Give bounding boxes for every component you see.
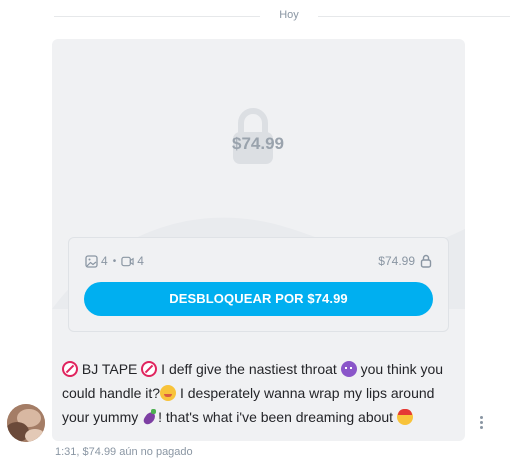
- message-meta: 1:31, $74.99 aún no pagado: [55, 446, 193, 458]
- unlock-panel: 4 • 4 $74.99 DESBLOQUEAR POR $74.99: [68, 237, 449, 332]
- message-price: $74.99: [82, 446, 117, 458]
- date-label: Hoy: [279, 9, 299, 21]
- image-count: 4: [101, 254, 108, 268]
- media-separator: •: [112, 255, 117, 267]
- drooling-face-emoji: [160, 385, 177, 401]
- video-icon: [121, 255, 134, 268]
- no-under-18-emoji: [141, 361, 158, 377]
- eggplant-emoji: [142, 409, 158, 425]
- message-segment: ! that's what i've been dreaming about: [158, 409, 397, 425]
- smiling-devil-emoji: [340, 361, 357, 377]
- message-time: 1:31,: [55, 446, 80, 458]
- locked-price-overlay: $74.99: [232, 134, 284, 153]
- no-under-18-emoji: [62, 361, 78, 377]
- locked-message-card: $74.99 4 • 4 $74.99 DESBLOQUEAR POR $74.…: [52, 39, 465, 441]
- date-separator: Hoy: [0, 8, 510, 24]
- hot-face-emoji: [396, 409, 413, 425]
- media-counts: 4 • 4: [85, 252, 144, 270]
- separator-line-right: [318, 16, 510, 17]
- price-tag: $74.99: [378, 252, 432, 270]
- separator-line-left: [54, 16, 260, 17]
- avatar-image: [7, 404, 45, 442]
- avatar[interactable]: [7, 404, 45, 442]
- image-icon: [85, 254, 98, 268]
- message-text: BJ TAPE I deff give the nastiest throat …: [62, 357, 457, 429]
- price-label: $74.99: [378, 254, 415, 268]
- message-segment: BJ TAPE: [78, 361, 142, 377]
- payment-status: aún no pagado: [119, 446, 193, 458]
- video-count: 4: [137, 254, 144, 268]
- message-segment: I deff give the nastiest throat: [157, 361, 341, 377]
- more-vertical-icon[interactable]: [475, 414, 487, 432]
- lock-icon: [420, 254, 432, 268]
- unlock-button[interactable]: DESBLOQUEAR POR $74.99: [84, 282, 433, 316]
